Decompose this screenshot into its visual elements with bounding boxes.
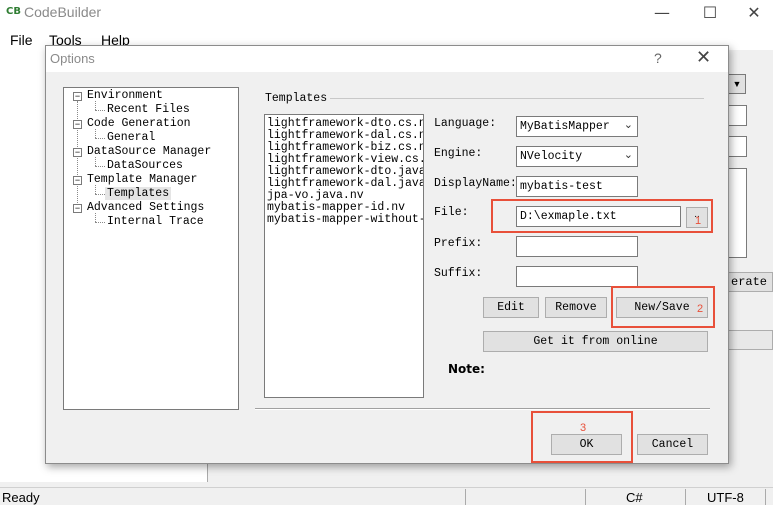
edit-button[interactable]: Edit	[483, 297, 539, 318]
menu-file[interactable]: File	[10, 32, 33, 48]
engine-value: NVelocity	[520, 150, 583, 163]
tree-connector	[95, 166, 105, 167]
tree-connector	[95, 157, 96, 166]
tree-item-datasource-manager[interactable]: DataSource Manager	[87, 145, 211, 158]
template-list[interactable]: lightframework-dto.cs.nv lightframework-…	[264, 114, 424, 398]
tree-item-templates[interactable]: Templates	[105, 187, 172, 200]
language-select[interactable]: MyBatisMapper ⌄	[516, 116, 638, 137]
collapse-icon[interactable]: −	[73, 204, 82, 213]
language-label: Language:	[434, 117, 497, 130]
maximize-button[interactable]: ☐	[688, 2, 732, 24]
tree-connector	[95, 194, 105, 195]
dialog-separator	[255, 408, 710, 410]
dialog-titlebar: Options ? ✕	[46, 46, 728, 72]
tree-connector	[77, 101, 78, 213]
annotation-number: 2	[697, 303, 704, 315]
status-text: Ready	[2, 490, 40, 505]
chevron-down-icon: ⌄	[623, 118, 633, 131]
tree-item-advanced-settings[interactable]: Advanced Settings	[87, 201, 204, 214]
tree-item-environment[interactable]: Environment	[87, 89, 163, 102]
status-language: C#	[626, 490, 643, 505]
prefix-input[interactable]	[516, 236, 638, 257]
collapse-icon[interactable]: −	[73, 120, 82, 129]
generate-button[interactable]: erate	[728, 272, 773, 292]
annotation-number: 3	[580, 422, 587, 434]
cancel-button[interactable]: Cancel	[637, 434, 708, 455]
collapse-icon[interactable]: −	[73, 176, 82, 185]
tree-connector	[95, 222, 105, 223]
collapse-icon[interactable]: −	[73, 148, 82, 157]
file-label: File:	[434, 206, 469, 219]
app-title: CodeBuilder	[24, 4, 102, 20]
tree-connector	[95, 138, 105, 139]
collapse-icon[interactable]: −	[73, 92, 82, 101]
suffix-input[interactable]	[516, 266, 638, 287]
displayname-input[interactable]: mybatis-test	[516, 176, 638, 197]
tree-connector	[95, 185, 96, 194]
templates-group-label: Templates	[265, 92, 331, 105]
status-divider	[765, 489, 766, 505]
tree-item-datasources[interactable]: DataSources	[107, 159, 183, 172]
options-tree[interactable]: − Environment Recent Files − Code Genera…	[63, 87, 239, 410]
list-item[interactable]: mybatis-mapper-without-id.	[267, 214, 423, 226]
minimize-button[interactable]: —	[640, 2, 684, 24]
options-dialog: Options ? ✕ − Environment Recent Files −…	[45, 45, 729, 464]
tree-connector	[95, 110, 105, 111]
status-bar: Ready C# UTF-8	[0, 487, 773, 505]
tree-connector	[95, 213, 96, 222]
app-titlebar: CB CodeBuilder — ☐ ✕	[0, 0, 773, 28]
engine-label: Engine:	[434, 147, 483, 160]
annotation-box-file	[491, 199, 713, 233]
tree-item-template-manager[interactable]: Template Manager	[87, 173, 197, 186]
background-button[interactable]	[728, 330, 773, 350]
tree-item-recent-files[interactable]: Recent Files	[107, 103, 190, 116]
annotation-number: 1	[695, 215, 702, 227]
remove-button[interactable]: Remove	[545, 297, 607, 318]
tree-connector	[95, 129, 96, 138]
dialog-title: Options	[50, 51, 95, 66]
status-divider	[585, 489, 586, 505]
get-online-button[interactable]: Get it from online	[483, 331, 708, 352]
status-divider	[465, 489, 466, 505]
background-input-1[interactable]	[728, 105, 747, 126]
help-button[interactable]: ?	[654, 50, 662, 66]
status-divider	[685, 489, 686, 505]
background-input-2[interactable]	[728, 136, 747, 157]
language-value: MyBatisMapper	[520, 120, 610, 133]
close-window-button[interactable]: ✕	[732, 2, 773, 24]
tree-connector	[95, 101, 96, 110]
tree-item-code-generation[interactable]: Code Generation	[87, 117, 191, 130]
dialog-close-button[interactable]: ✕	[696, 47, 711, 68]
prefix-label: Prefix:	[434, 237, 483, 250]
displayname-label: DisplayName:	[434, 177, 517, 190]
tree-item-general[interactable]: General	[107, 131, 155, 144]
chevron-down-icon: ⌄	[623, 148, 633, 161]
code-builder-icon: CB	[6, 6, 21, 17]
status-encoding: UTF-8	[707, 490, 744, 505]
annotation-box-ok	[531, 411, 633, 463]
background-textarea[interactable]	[728, 168, 747, 258]
note-label: Note:	[448, 362, 485, 376]
background-dropdown-arrow[interactable]: ▼	[728, 74, 746, 94]
tree-item-internal-trace[interactable]: Internal Trace	[107, 215, 204, 228]
engine-select[interactable]: NVelocity ⌄	[516, 146, 638, 167]
group-divider	[321, 98, 704, 99]
suffix-label: Suffix:	[434, 267, 483, 280]
